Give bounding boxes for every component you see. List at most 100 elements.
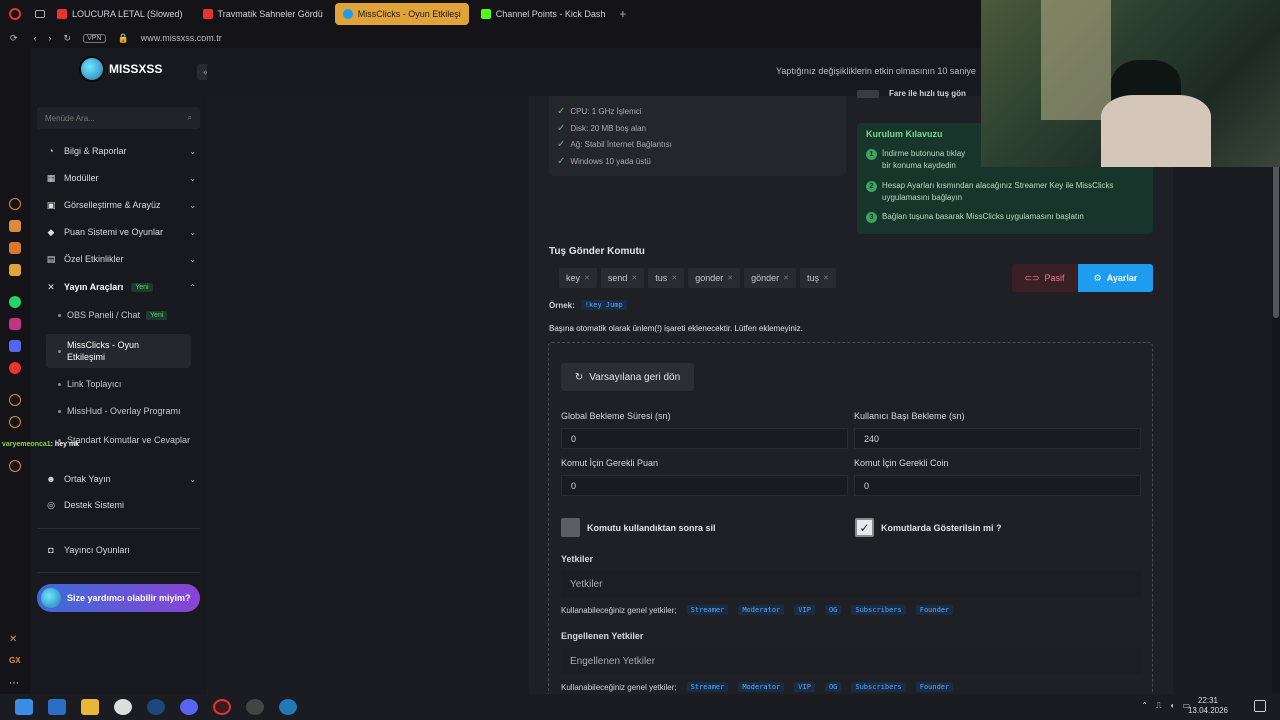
steam-icon[interactable] [147, 699, 165, 715]
role-tag[interactable]: Streamer [686, 605, 729, 615]
chevron-up-icon[interactable]: ⌃ [1141, 701, 1148, 711]
sidebar-item-modules[interactable]: ▦ Modüller ⌄ [46, 167, 196, 189]
permissions-input[interactable]: Yetkiler [561, 571, 1141, 597]
user-cooldown-input[interactable]: 240 [854, 428, 1141, 449]
tab-icon[interactable] [35, 10, 45, 18]
alias-chip[interactable]: send ✕ [600, 268, 645, 288]
history-icon[interactable] [9, 198, 21, 210]
role-tag[interactable]: Moderator [738, 682, 785, 692]
sidebar-item-stream-tools[interactable]: ✕ Yayın Araçları Yeni ⌃ [46, 276, 196, 298]
points-input[interactable]: 0 [561, 475, 848, 496]
remove-icon[interactable]: ✕ [783, 274, 789, 282]
scrollbar-thumb[interactable] [1273, 148, 1279, 318]
discord-icon[interactable] [9, 340, 21, 352]
sidebar-subitem-links[interactable]: Link Toplayıcı [58, 379, 193, 389]
alias-chip[interactable]: key ✕ [559, 268, 597, 288]
bookmark-icon[interactable] [9, 220, 21, 232]
new-tab-button[interactable]: + [619, 7, 626, 21]
alias-chip[interactable]: gonder ✕ [688, 268, 741, 288]
player-icon[interactable] [9, 264, 21, 276]
sidebar-item-games[interactable]: ◘ Yayıncı Oyunları [46, 539, 196, 561]
app-icon[interactable] [114, 699, 132, 715]
role-tag[interactable]: Subscribers [851, 605, 906, 615]
chat-message: varyemeonca1: hey mk [2, 441, 80, 448]
blocked-permissions-input[interactable]: Engellenen Yetkiler [561, 648, 1141, 674]
show-in-commands-checkbox[interactable]: ✓ [855, 518, 874, 537]
notification-icon[interactable] [1254, 700, 1266, 712]
role-tag[interactable]: VIP [794, 605, 815, 615]
role-tag[interactable]: Streamer [686, 682, 729, 692]
sidebar-subitem-misshud[interactable]: MissHud - Overlay Programı [58, 406, 193, 416]
mail-icon[interactable] [48, 699, 66, 715]
role-tag[interactable]: VIP [794, 682, 815, 692]
sidebar-subitem-missclicks[interactable]: MissClicks - Oyun Etkileşimi [46, 334, 191, 368]
windows-start-icon[interactable] [15, 699, 33, 715]
back-icon[interactable]: ‹ [34, 33, 37, 43]
tab-0[interactable]: LOUCURA LETAL (Slowed) [49, 3, 191, 25]
tab-1[interactable]: Travmatik Sahneler Gördü [195, 3, 331, 25]
scrollbar[interactable] [1272, 96, 1280, 694]
alias-chip[interactable]: tuş ✕ [800, 268, 836, 288]
extensions-icon[interactable]: ✕ [9, 634, 21, 646]
role-tag[interactable]: Moderator [738, 605, 785, 615]
url-field[interactable]: www.missxss.com.tr [141, 33, 222, 43]
alias-chip[interactable]: tus ✕ [648, 268, 685, 288]
clock-icon[interactable] [9, 394, 21, 406]
sidebar-item-support[interactable]: ◎ Destek Sistemi [46, 494, 196, 516]
sidebar-item-points[interactable]: ◆ Puan Sistemi ve Oyunlar ⌄ [46, 221, 196, 243]
instagram-icon[interactable] [9, 318, 21, 330]
tab-3[interactable]: Channel Points - Kick Dash [473, 3, 614, 25]
folder-icon[interactable] [81, 699, 99, 715]
tab-2[interactable]: MissClicks - Oyun Etkileşi [334, 3, 469, 25]
role-tag[interactable]: Founder [915, 682, 954, 692]
flow-icon[interactable] [9, 242, 21, 254]
role-tag[interactable]: OG [824, 605, 842, 615]
reset-default-button[interactable]: ↻ Varsayılana geri dön [561, 363, 694, 391]
taskbar-clock[interactable]: 22:31 13.04.2026 [1188, 696, 1228, 716]
sidebar-item-events[interactable]: ▤ Özel Etkinlikler ⌄ [46, 248, 196, 270]
gx-icon[interactable]: GX [9, 656, 21, 668]
role-tag[interactable]: OG [824, 682, 842, 692]
vk-icon[interactable] [9, 362, 21, 374]
reload-icon[interactable]: ⟳ [10, 33, 18, 44]
sidebar-item-visuals[interactable]: ▣ Görselleştirme & Arayüz ⌄ [46, 194, 196, 216]
alias-chip[interactable]: gönder ✕ [744, 268, 796, 288]
volume-icon[interactable]: ◖ [1170, 701, 1175, 711]
sidebar-subitem-obs[interactable]: OBS Paneli / Chat Yeni [58, 310, 193, 320]
more-icon[interactable]: ⋯ [9, 678, 21, 690]
calendar-icon: ▤ [46, 253, 56, 264]
opera-gx-icon[interactable] [213, 699, 231, 715]
help-button[interactable]: Size yardımcı olabilir miyim? [37, 584, 200, 612]
delete-after-use-checkbox[interactable] [561, 518, 580, 537]
settings-button[interactable]: ⚙ Ayarlar [1078, 264, 1153, 292]
missxss-app-icon[interactable] [279, 699, 297, 715]
refresh-icon[interactable]: ↻ [64, 33, 72, 44]
timer-icon[interactable] [9, 416, 21, 428]
role-tag[interactable]: Founder [915, 605, 954, 615]
settings-icon[interactable] [9, 460, 21, 472]
forward-icon[interactable]: › [49, 33, 52, 43]
remove-icon[interactable]: ✕ [671, 274, 677, 282]
system-tray[interactable]: ⌃ ⎍ ◖ ▭ [1141, 701, 1190, 711]
role-tag[interactable]: Subscribers [851, 682, 906, 692]
brand-logo[interactable]: MISSXSS [79, 56, 162, 82]
remove-icon[interactable]: ✕ [631, 274, 637, 282]
alias-chips[interactable]: key ✕ send ✕ tus ✕ gonder ✕ gönder ✕ tuş ✕ [559, 268, 836, 288]
obs-icon[interactable] [246, 699, 264, 715]
sidebar-item-collab[interactable]: ☻ Ortak Yayın ⌄ [46, 468, 196, 490]
quick-key-checkbox[interactable] [857, 90, 879, 98]
coin-input[interactable]: 0 [854, 475, 1141, 496]
sidebar-item-reports[interactable]: ◔ Bilgi & Raporlar ⌄ [46, 140, 196, 162]
menu-search-input[interactable]: Menüde Ara... ⌕ [37, 107, 200, 129]
discord-icon[interactable] [180, 699, 198, 715]
remove-icon[interactable]: ✕ [823, 274, 829, 282]
vpn-badge[interactable]: VPN [83, 33, 106, 43]
reset-icon: ↻ [574, 371, 584, 383]
remove-icon[interactable]: ✕ [727, 274, 733, 282]
global-cooldown-input[interactable]: 0 [561, 428, 848, 449]
whatsapp-icon[interactable] [9, 296, 21, 308]
pasif-button[interactable]: ⊂⊃ Pasif [1012, 264, 1077, 292]
network-icon[interactable]: ⎍ [1156, 701, 1162, 711]
remove-icon[interactable]: ✕ [584, 274, 590, 282]
opera-logo-icon[interactable] [9, 8, 21, 20]
